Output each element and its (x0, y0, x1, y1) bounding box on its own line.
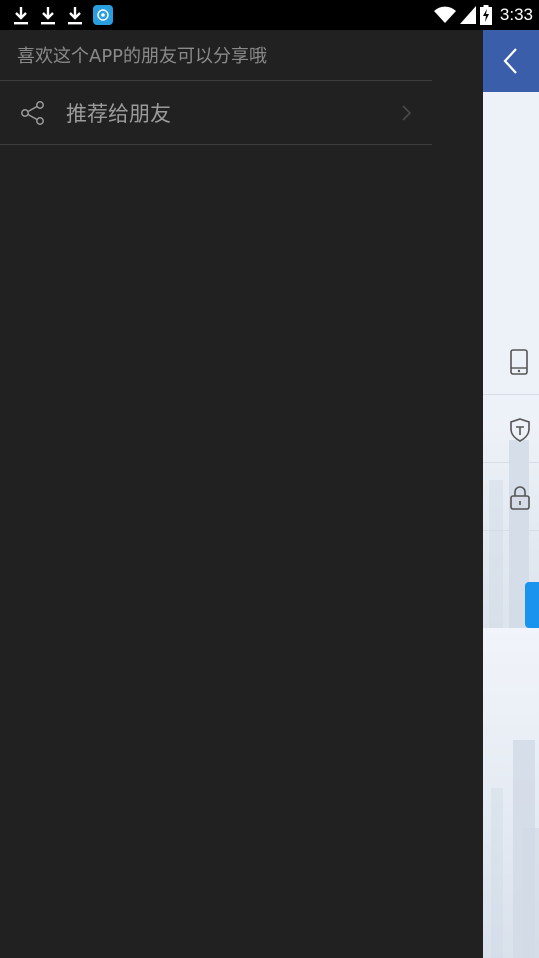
recommend-to-friend-label: 推荐给朋友 (66, 102, 171, 126)
shield-icon (510, 418, 530, 442)
download-icon (14, 7, 28, 25)
notification-icons (12, 4, 113, 26)
signal-icon (459, 6, 476, 24)
chevron-right-icon (402, 105, 412, 121)
screen: 3:33 喜欢这个APP的朋友可以分享哦 推荐给朋友 (0, 0, 539, 958)
background-cityscape-lower (483, 628, 539, 958)
background-row-phone[interactable] (483, 327, 539, 395)
background-row-lock[interactable] (483, 463, 539, 531)
navigation-drawer: 喜欢这个APP的朋友可以分享哦 推荐给朋友 (0, 30, 483, 958)
background-action-button[interactable] (525, 582, 539, 628)
download-icon (41, 7, 55, 25)
system-icons: 3:33 (433, 4, 533, 26)
background-header (483, 30, 539, 92)
app-notification-icon (93, 5, 113, 25)
phone-icon (510, 349, 528, 375)
recommend-to-friend-item[interactable]: 推荐给朋友 (0, 81, 432, 144)
wifi-icon (433, 6, 456, 23)
clock: 3:33 (499, 5, 533, 24)
status-bar: 3:33 (0, 0, 539, 30)
share-icon (21, 101, 44, 125)
back-icon[interactable] (501, 46, 521, 76)
background-page (483, 0, 539, 958)
background-row-shield[interactable] (483, 395, 539, 463)
battery-charging-icon (479, 5, 492, 25)
lock-icon (510, 486, 530, 510)
divider (0, 144, 432, 145)
download-icon (68, 7, 82, 25)
share-hint-text: 喜欢这个APP的朋友可以分享哦 (17, 46, 268, 67)
